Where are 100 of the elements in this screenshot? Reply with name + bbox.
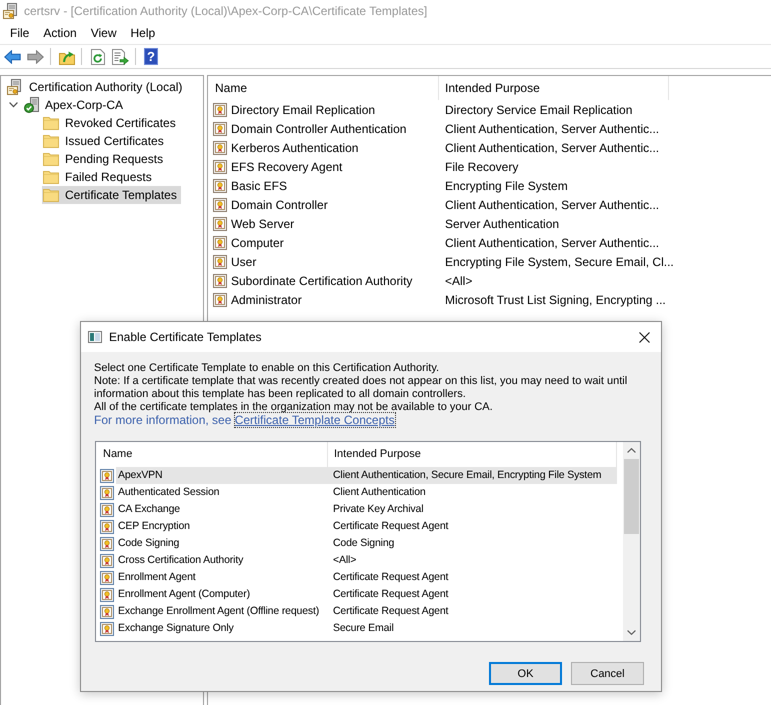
page-refresh-icon: [90, 48, 104, 64]
tree-item[interactable]: Pending Requests: [42, 150, 168, 168]
menu-item[interactable]: View: [84, 23, 124, 43]
folder-icon: [43, 134, 59, 148]
certificate-icon: [213, 236, 227, 250]
certificate-icon: [100, 554, 114, 568]
purpose-cell-text: Client Authentication: [332, 485, 427, 500]
certificate-icon: [100, 502, 114, 516]
purpose-cell-text: Client Authentication, Server Authentic...: [444, 120, 660, 138]
purpose-cell-text: Private Key Archival: [332, 502, 424, 517]
certificate-icon: [213, 178, 227, 192]
chevron-up-icon: [627, 448, 636, 453]
dialog-button[interactable]: Cancel: [571, 662, 644, 685]
message-text: All of the certificate templates in the organization may not be available to your CA.: [94, 401, 494, 414]
name-cell[interactable]: Administrator: [229, 290, 438, 309]
name-cell[interactable]: Kerberos Authentication: [229, 138, 438, 157]
name-cell[interactable]: CA Exchange: [116, 501, 328, 518]
menu-item[interactable]: Help: [124, 23, 162, 43]
window-title: certsrv - [Certification Authority (Local)\Apex-Corp-CA\Certificate Templates]: [24, 4, 428, 18]
certificate-icon: [213, 274, 227, 288]
certificate-icon: [213, 140, 227, 154]
purpose-cell-text: Server Authentication: [444, 216, 560, 232]
name-cell[interactable]: User: [229, 252, 438, 271]
certificate-icon: [100, 486, 114, 500]
name-cell[interactable]: Code Signing: [116, 535, 328, 552]
name-cell[interactable]: EFS Recovery Agent: [229, 157, 438, 176]
column-header[interactable]: Intended Purpose: [439, 76, 669, 100]
name-cell[interactable]: CEP Encryption: [116, 518, 328, 535]
name-cell[interactable]: ApexVPN: [116, 467, 328, 484]
certificate-icon: [100, 536, 114, 550]
server-certificate-icon: [7, 79, 23, 95]
purpose-cell-text: File Recovery: [444, 158, 520, 176]
name-cell[interactable]: Web Server: [229, 214, 438, 233]
purpose-cell-text: Microsoft Trust List Signing, Encrypting ...: [444, 292, 667, 308]
tree-item[interactable]: Issued Certificates: [42, 132, 168, 150]
purpose-cell-text: Certificate Request Agent: [332, 604, 450, 619]
window-icon: [88, 331, 102, 343]
name-cell[interactable]: Enrollment Agent (Computer): [116, 586, 328, 603]
name-cell[interactable]: Subordinate Certification Authority: [229, 271, 438, 290]
tree-item[interactable]: Certificate Templates: [42, 186, 181, 204]
chevron-down-icon[interactable]: [9, 102, 18, 108]
dialog-title: Enable Certificate Templates: [109, 330, 263, 344]
certificate-icon: [213, 292, 227, 306]
certificate-icon: [100, 622, 114, 636]
certificate-icon: [100, 468, 114, 482]
left-arrow-icon: [4, 50, 21, 64]
message-text: Select one Certificate Template to enable on this Certification Authority.: [94, 362, 440, 375]
purpose-cell: Client Authentication, Secure Email, Encrypting File System: [328, 467, 617, 484]
tree-item[interactable]: Failed Requests: [42, 168, 156, 186]
name-cell[interactable]: Cross Certification Authority: [116, 552, 328, 569]
purpose-cell-text: Client Authentication, Server Authentic...: [444, 196, 660, 214]
certificate-icon: [100, 570, 114, 584]
purpose-cell-text: Encrypting File System: [444, 178, 569, 194]
purpose-cell-text: Certificate Request Agent: [332, 570, 450, 585]
purpose-cell-text: Certificate Request Agent: [332, 587, 450, 602]
dialog-button[interactable]: OK: [489, 662, 562, 685]
folder-arrow-icon: [58, 48, 74, 64]
menu-item[interactable]: File: [3, 23, 36, 43]
page-arrow-icon: [112, 48, 129, 64]
certificate-icon: [100, 604, 114, 618]
close-icon: [638, 332, 650, 342]
folder-icon: [43, 152, 59, 166]
certificate-icon: [213, 216, 227, 230]
tree-item[interactable]: Apex-Corp-CA: [23, 96, 128, 114]
menu-item[interactable]: Action: [36, 23, 84, 43]
concepts-link[interactable]: Certificate Template Concepts: [234, 413, 395, 427]
name-cell[interactable]: Domain Controller Authentication: [229, 119, 438, 138]
tree-item[interactable]: Certification Authority (Local): [6, 78, 186, 96]
name-cell[interactable]: Enrollment Agent: [116, 569, 328, 586]
purpose-cell-text: Code Signing: [332, 536, 396, 551]
scrollbar-thumb[interactable]: [624, 459, 639, 534]
folder-icon: [43, 170, 59, 184]
more-info-text: For more information, see Certificate Template Concepts: [94, 414, 396, 427]
tree-item[interactable]: Revoked Certificates: [42, 114, 180, 132]
scrollbar-track[interactable]: [623, 442, 640, 641]
server-certificate-icon: [3, 3, 19, 19]
name-cell[interactable]: Directory Email Replication: [229, 100, 438, 119]
purpose-cell-text: <All>: [332, 553, 358, 568]
certificate-icon: [213, 254, 227, 268]
server-check-icon: [24, 97, 39, 113]
name-cell[interactable]: Basic EFS: [229, 176, 438, 195]
name-cell[interactable]: Domain Controller: [229, 195, 438, 214]
certificate-icon: [100, 520, 114, 534]
chevron-down-icon: [627, 630, 636, 635]
right-arrow-icon: [27, 50, 44, 64]
certificate-icon: [100, 588, 114, 602]
name-cell[interactable]: Authenticated Session: [116, 484, 328, 501]
name-cell[interactable]: Computer: [229, 233, 438, 252]
column-header[interactable]: Name: [208, 76, 439, 100]
name-cell[interactable]: Exchange Enrollment Agent (Offline request): [116, 603, 328, 620]
folder-icon: [43, 188, 59, 202]
purpose-cell-text: Certificate Request Agent: [332, 519, 450, 534]
help-button[interactable]: ?: [144, 48, 158, 65]
certificate-icon: [213, 160, 227, 174]
name-cell[interactable]: Exchange Signature Only: [116, 620, 328, 637]
purpose-cell-text: Client Authentication, Server Authentic...: [444, 234, 660, 252]
purpose-cell-text: Directory Service Email Replication: [444, 102, 634, 118]
folder-icon: [43, 116, 59, 130]
purpose-cell-text: <All>: [444, 272, 474, 290]
certificate-icon: [213, 102, 227, 116]
